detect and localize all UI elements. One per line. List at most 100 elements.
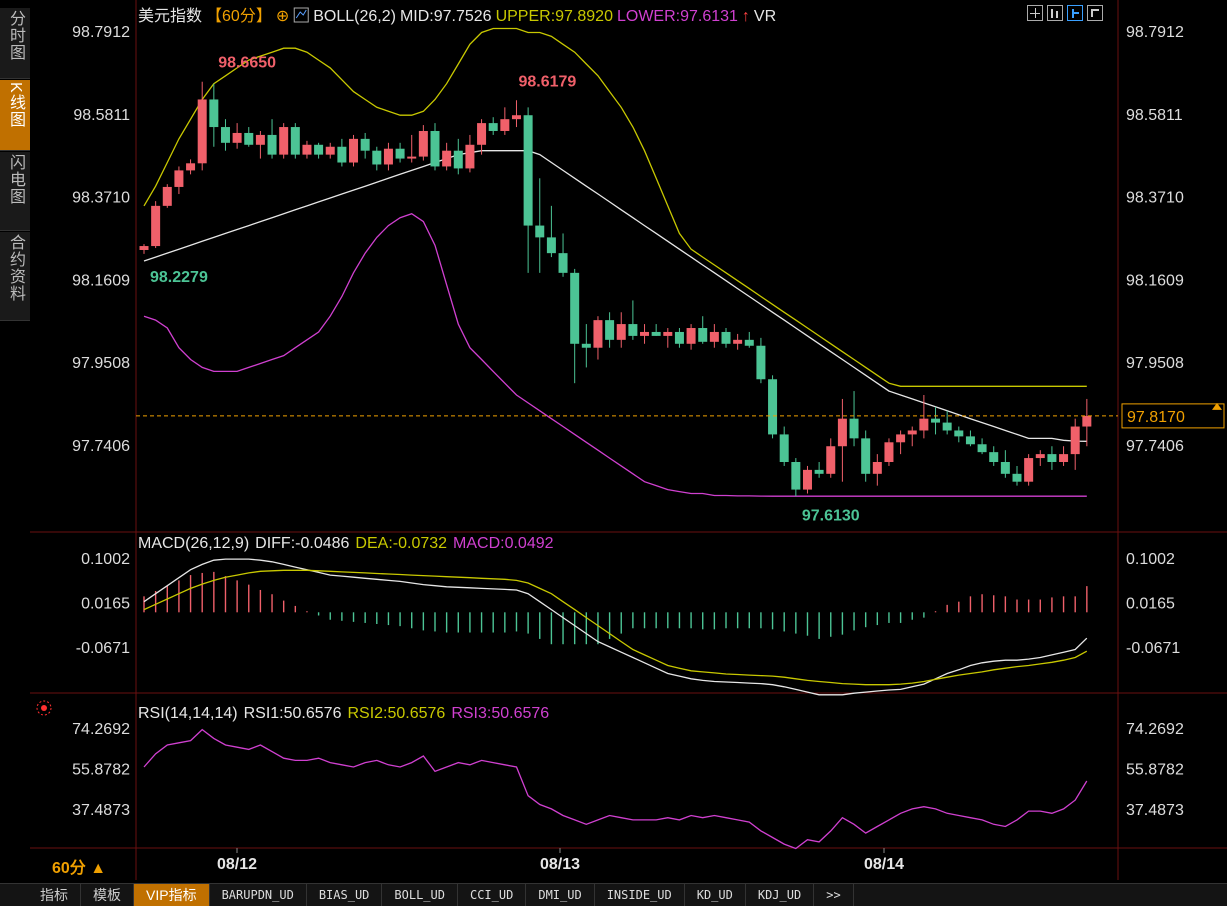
candle bbox=[407, 134, 417, 163]
header-text: VR bbox=[754, 8, 776, 25]
candle-body bbox=[791, 461, 801, 490]
candle-body bbox=[931, 418, 941, 423]
macd-header-text: MACD:0.0492 bbox=[453, 535, 554, 552]
candle bbox=[139, 244, 149, 254]
candle bbox=[605, 312, 615, 348]
header-text: UPPER:97.8920 bbox=[496, 8, 614, 25]
candle-body bbox=[965, 436, 975, 445]
macd-header-text: DIFF:-0.0486 bbox=[255, 535, 349, 552]
candle-body bbox=[302, 144, 312, 155]
candle-body bbox=[640, 331, 650, 336]
candle-body bbox=[162, 186, 172, 206]
candle bbox=[383, 142, 393, 171]
candle-body bbox=[593, 320, 603, 348]
boll-mid-line bbox=[143, 150, 1087, 442]
indicator-tab-6[interactable]: CCI_UD bbox=[458, 884, 527, 906]
candle bbox=[360, 132, 370, 159]
add-indicator-icon: ⊕ bbox=[276, 8, 289, 25]
candle bbox=[954, 426, 964, 443]
indicator-tab-11[interactable]: >> bbox=[814, 884, 854, 906]
candle bbox=[931, 406, 941, 435]
indicator-tab-10[interactable]: KDJ_UD bbox=[746, 884, 815, 906]
indicator-tab-4[interactable]: BIAS_UD bbox=[307, 884, 383, 906]
chart-toolbar bbox=[1027, 5, 1103, 21]
candle bbox=[884, 438, 894, 466]
macd-diff-line bbox=[143, 558, 1088, 696]
candle bbox=[162, 184, 172, 208]
indicator-tab-1[interactable]: 模板 bbox=[81, 884, 134, 906]
candle-body bbox=[255, 134, 265, 145]
indicator-tab-8[interactable]: INSIDE_UD bbox=[595, 884, 685, 906]
indicator-tab-2[interactable]: VIP指标 bbox=[134, 884, 210, 906]
candle-body bbox=[744, 339, 754, 346]
candle bbox=[1024, 454, 1034, 486]
candle bbox=[151, 201, 161, 249]
candle bbox=[802, 465, 812, 494]
indicator-tab-5[interactable]: BOLL_UD bbox=[382, 884, 458, 906]
candle-body bbox=[535, 225, 545, 238]
rsi-tick-right: 37.4873 bbox=[1126, 802, 1184, 819]
rsi-tick-right: 74.2692 bbox=[1126, 721, 1184, 738]
candle-body bbox=[139, 246, 149, 250]
candle bbox=[733, 333, 743, 350]
candle bbox=[1082, 398, 1092, 447]
candle bbox=[756, 337, 766, 384]
price-tick-left: 98.1609 bbox=[72, 272, 130, 289]
candle bbox=[337, 138, 347, 167]
candle-body bbox=[418, 130, 428, 157]
candle-body bbox=[360, 138, 370, 151]
rsi-line bbox=[143, 728, 1088, 850]
candle-body bbox=[663, 331, 673, 336]
candle-body bbox=[290, 127, 300, 155]
rsi-tick-left: 37.4873 bbox=[72, 802, 130, 819]
indicator-tab-7[interactable]: DMI_UD bbox=[526, 884, 595, 906]
candle-body bbox=[802, 469, 812, 490]
macd-header-text: MACD(26,12,9) bbox=[138, 535, 249, 552]
macd-tick-left: 0.1002 bbox=[81, 551, 130, 568]
candle-body bbox=[186, 163, 196, 171]
candle-body bbox=[523, 115, 533, 226]
cursor-icon[interactable] bbox=[1067, 5, 1083, 21]
sidebar-tab-1[interactable]: K线图 bbox=[0, 80, 30, 151]
candle bbox=[872, 454, 882, 486]
candle-body bbox=[511, 115, 521, 120]
candle-body bbox=[1059, 454, 1069, 462]
candle bbox=[314, 142, 324, 159]
candle bbox=[814, 461, 824, 478]
candle-body bbox=[430, 130, 440, 167]
candle bbox=[500, 107, 510, 135]
candle bbox=[209, 83, 219, 147]
candle bbox=[465, 134, 475, 173]
expand-icon[interactable] bbox=[1087, 5, 1103, 21]
candle bbox=[244, 127, 254, 147]
candle-body bbox=[465, 144, 475, 169]
bar-style-icon[interactable] bbox=[1047, 5, 1063, 21]
indicator-tab-3[interactable]: BARUPDN_UD bbox=[210, 884, 307, 906]
sidebar-tab-3[interactable]: 合约资料 bbox=[0, 232, 30, 321]
candle bbox=[593, 316, 603, 360]
candle-body bbox=[546, 237, 556, 254]
macd-tick-left: 0.0165 bbox=[81, 596, 130, 613]
indicator-tab-0[interactable]: 指标 bbox=[0, 884, 81, 906]
candle-body bbox=[616, 324, 626, 340]
candle-body bbox=[872, 461, 882, 474]
candle-body bbox=[407, 156, 417, 159]
candle bbox=[709, 324, 719, 348]
sidebar-tab-0[interactable]: 分时图 bbox=[0, 8, 30, 79]
candle-body bbox=[244, 132, 254, 145]
sidebar-tab-label: 闪电图 bbox=[7, 154, 24, 205]
candle bbox=[395, 142, 405, 163]
candle-body bbox=[861, 438, 871, 474]
date-label: 08/13 bbox=[540, 856, 580, 873]
candle-body bbox=[314, 144, 324, 155]
candle-body bbox=[279, 127, 289, 155]
candle-body bbox=[779, 434, 789, 462]
candle bbox=[628, 300, 638, 340]
candle-body bbox=[267, 134, 277, 155]
candle-body bbox=[500, 119, 510, 131]
indicator-tab-9[interactable]: KD_UD bbox=[685, 884, 746, 906]
crosshair-icon[interactable] bbox=[1027, 5, 1043, 21]
sidebar-tab-2[interactable]: 闪电图 bbox=[0, 152, 30, 231]
candle bbox=[325, 142, 335, 159]
candle bbox=[523, 107, 533, 273]
